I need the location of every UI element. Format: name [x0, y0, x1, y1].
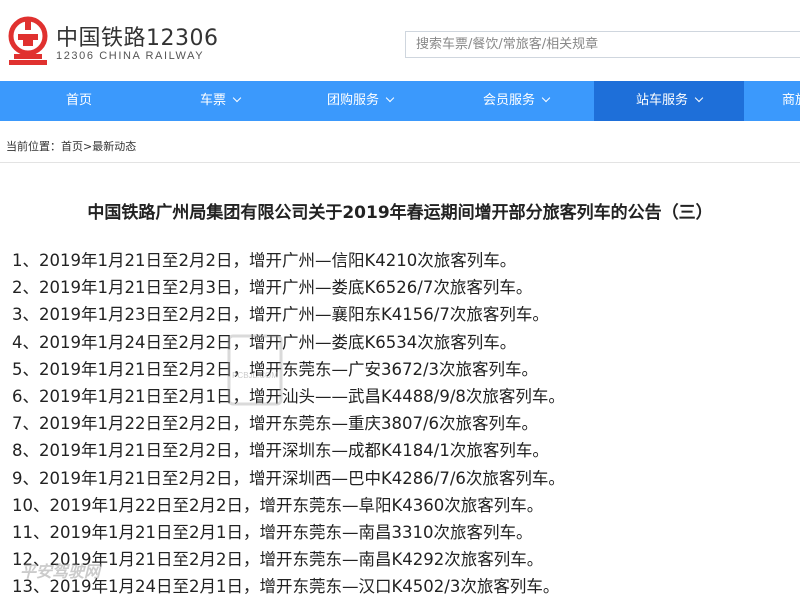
brand-english: 12306 CHINA RAILWAY [56, 50, 205, 62]
list-item: 5、2019年1月21日至2月2日，增开东莞东—广安3672/3次旅客列车。 [12, 359, 539, 379]
breadcrumb: 当前位置：首页>最新动态 [6, 138, 136, 154]
search-input[interactable] [405, 31, 800, 58]
site-header: 中国铁路12306 12306 CHINA RAILWAY [0, 0, 800, 81]
brand-name[interactable]: 中国铁路12306 [56, 20, 219, 52]
breadcrumb-current: 最新动态 [92, 140, 137, 153]
nav-group-service[interactable]: 团购服务 [282, 81, 438, 121]
nav-station-service-label: 站车服务 [635, 93, 688, 108]
breadcrumb-separator: > [83, 140, 93, 153]
nav-home[interactable]: 首页 [0, 81, 158, 121]
nav-business-travel-label: 商旅 [782, 93, 800, 108]
list-item: 12、2019年1月21日至2月2日，增开东莞东—南昌K4292次旅客列车。 [12, 550, 544, 570]
breadcrumb-home-link[interactable]: 首页 [61, 140, 83, 153]
nav-business-travel[interactable]: 商旅 [744, 81, 800, 121]
nav-member-service[interactable]: 会员服务 [438, 81, 594, 121]
nav-tickets[interactable]: 车票 [158, 81, 282, 121]
list-item: 11、2019年1月21日至2月1日，增开东莞东—南昌3310次旅客列车。 [12, 522, 533, 542]
list-item: 8、2019年1月21日至2月2日，增开深圳东—成都K4184/1次旅客列车。 [12, 441, 549, 461]
nav-group-service-label: 团购服务 [326, 93, 379, 108]
list-item: 4、2019年1月24日至2月2日，增开广州—娄底K6534次旅客列车。 [12, 332, 517, 352]
nav-home-label: 首页 [65, 93, 92, 108]
chevron-down-icon [385, 93, 395, 103]
divider [0, 162, 800, 163]
list-item: 9、2019年1月21日至2月2日，增开深圳西—巴中K4286/7/6次旅客列车… [12, 468, 565, 488]
list-item: 6、2019年1月21日至2月1日，增开汕头——武昌K4488/9/8次旅客列车… [12, 386, 565, 406]
list-item: 10、2019年1月22日至2月2日，增开东莞东—阜阳K4360次旅客列车。 [12, 495, 544, 515]
main-nav: 首页 车票 团购服务 会员服务 站车服务 商旅 [0, 81, 800, 121]
article-title: 中国铁路广州局集团有限公司关于2019年春运期间增开部分旅客列车的公告（三） [87, 203, 713, 223]
chevron-down-icon [232, 93, 242, 103]
nav-station-service[interactable]: 站车服务 [594, 81, 744, 121]
list-item: 1、2019年1月21日至2月2日，增开广州—信阳K4210次旅客列车。 [12, 251, 517, 270]
article-body: 1、2019年1月21日至2月2日，增开广州—信阳K4210次旅客列车。 2、2… [12, 247, 565, 600]
nav-member-service-label: 会员服务 [482, 93, 535, 108]
chevron-down-icon [694, 93, 704, 103]
list-item: 3、2019年1月23日至2月2日，增开广州—襄阳东K4156/7次旅客列车。 [12, 305, 549, 325]
list-item: 2、2019年1月21日至2月3日，增开广州—娄底K6526/7次旅客列车。 [12, 278, 533, 298]
chevron-down-icon [541, 93, 551, 103]
nav-tickets-label: 车票 [199, 93, 226, 108]
list-item: 13、2019年1月24日至2月1日，增开东莞东—汉口K4502/3次旅客列车。 [12, 577, 560, 597]
railway-logo-icon[interactable] [6, 16, 50, 66]
list-item: 7、2019年1月22日至2月2日，增开东莞东—重庆3807/6次旅客列车。 [12, 414, 539, 434]
breadcrumb-prefix: 当前位置： [6, 140, 61, 153]
